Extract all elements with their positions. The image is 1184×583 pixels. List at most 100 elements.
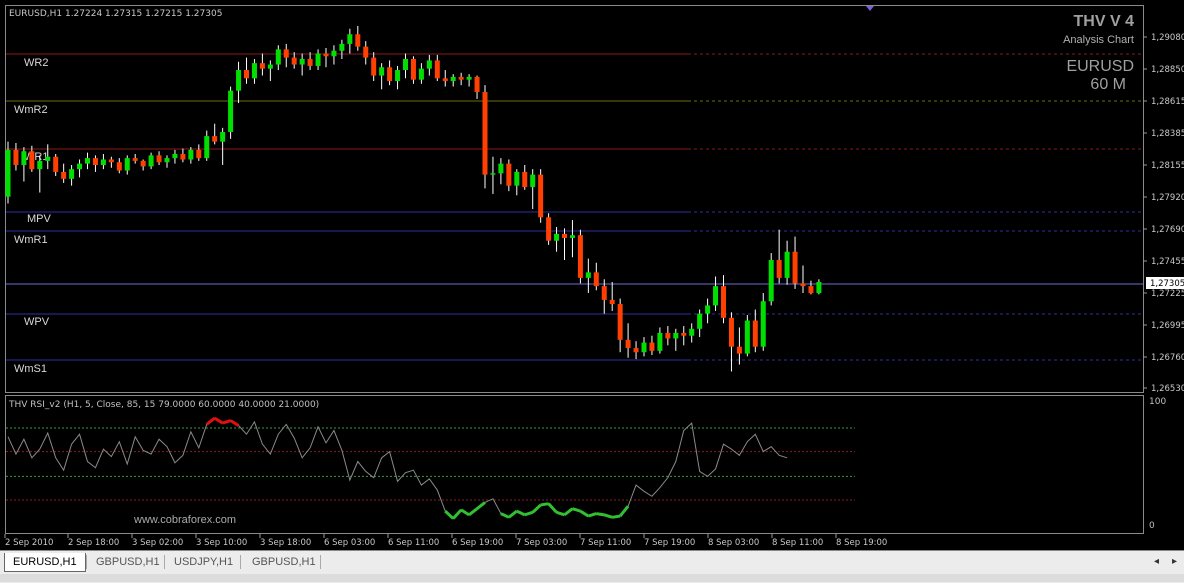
candle-body [641,342,647,353]
candle-body [347,34,353,44]
time-tick-label: 6 Sep 19:00 [452,538,503,548]
candle-body [585,272,591,278]
price-tick-label: 1,27455 [1151,257,1184,267]
time-tick-label: 7 Sep 03:00 [516,538,567,548]
brand-subtitle: Analysis Chart [1063,34,1134,46]
candle-body [403,59,408,71]
rsi-oversold-segment [596,512,605,517]
current-price-label: 1,27305 [1150,279,1184,289]
tab-eurusd-h1[interactable]: EURUSD,H1 [4,553,86,572]
candle-body [140,160,146,167]
candle-body [37,160,43,170]
candle-body [283,49,289,58]
candle-body [371,57,377,76]
time-tick-label: 8 Sep 11:00 [772,538,823,548]
tab-usdjpy-h1[interactable]: USDJPY,H1 [166,553,241,571]
candle-body [251,63,257,79]
price-tick-label: 1,28385 [1151,129,1184,139]
candle-body [538,174,544,218]
pivot-label: WPV [24,316,50,328]
candle-body [705,305,711,314]
candle-body [482,92,488,175]
pivot-label: WmR1 [14,234,48,246]
candle-body [132,158,138,161]
tab-scroll-left-icon[interactable]: ◂ [1154,553,1159,571]
candle-body [196,149,202,159]
candle-body [331,50,337,57]
candle-body [776,259,782,278]
tab-gbpusd-h1-2[interactable]: GBPUSD,H1 [244,553,324,571]
candle-body [657,332,663,351]
brand-title: THV V 4 [1074,13,1135,30]
tab-divider [320,555,321,569]
tab-scroll-right-icon[interactable]: ▸ [1172,553,1177,571]
tab-divider [164,555,165,569]
price-tick-label: 1,28155 [1151,161,1184,171]
candle-body [339,43,345,51]
candle-body [379,67,385,76]
candle-body [53,156,59,172]
candle-body [61,171,67,179]
pivot-label: MPV [27,213,52,225]
candle-body [554,233,560,241]
chart-window[interactable]: WR2 WmR2 WR1 MPV WmR1 WPV WmS1 1,29080 1,28850 1… [0,0,1184,550]
tab-gbpusd-h1[interactable]: GBPUSD,H1 [88,553,168,571]
candle-body [784,251,790,278]
brand-symbol: EURUSD [1066,58,1134,75]
pivot-label: WR2 [24,57,48,69]
pivot-label: WmR2 [14,104,48,116]
candle-body [188,149,194,160]
pivot-label: WmS1 [14,363,47,375]
time-tick-label: 6 Sep 03:00 [324,538,375,548]
candle-body [228,90,234,132]
candle-body [212,136,218,142]
time-tick-label: 8 Sep 03:00 [708,538,759,548]
candle-body [5,149,11,197]
candle-body [323,53,329,57]
symbol-header: EURUSD,H1 1.27224 1.27315 1.27215 1.2730… [9,9,222,19]
candle-body [259,63,265,69]
candle-body [601,286,607,300]
candle-body [458,76,464,80]
horizontal-scrollbar[interactable] [0,574,1184,582]
candle-body [792,251,798,284]
candle-body [808,286,814,294]
candle-body [148,155,154,167]
tab-divider [86,555,87,569]
candle-body [466,76,472,80]
candle-body [689,328,695,336]
candle-body [474,76,480,93]
candle-body [410,59,416,80]
time-tick-label: 6 Sep 11:00 [388,538,439,548]
time-tick-label: 2 Sep 2010 [5,538,53,548]
candle-body [307,59,313,66]
candle-body [530,174,536,188]
candle-body [291,57,297,65]
candle-body [736,346,742,354]
candle-body [633,348,639,353]
candle-body [625,339,631,349]
candle-body [124,158,130,171]
candle-body [426,60,432,69]
candle-body [299,59,305,65]
candle-body [609,299,615,305]
candle-body [577,235,583,278]
candle-body [593,272,599,287]
candle-body [85,158,90,164]
candle-body [13,149,19,166]
time-tick-label: 3 Sep 02:00 [132,538,183,548]
price-tick-label: 1,26530 [1151,384,1184,394]
candle-body [768,259,774,302]
time-tick-label: 7 Sep 11:00 [580,538,631,548]
candle-body [490,173,496,175]
candle-body [77,163,83,170]
candle-body [395,70,401,82]
candle-body [562,233,567,238]
candle-body [387,67,393,82]
price-tick-label: 1,27225 [1151,289,1184,299]
rsi-oversold-segment [611,514,621,519]
pivot-label: WR1 [24,151,48,163]
price-tick-label: 1,27920 [1151,193,1184,203]
candle-body [108,159,114,163]
candle-body [244,70,249,79]
